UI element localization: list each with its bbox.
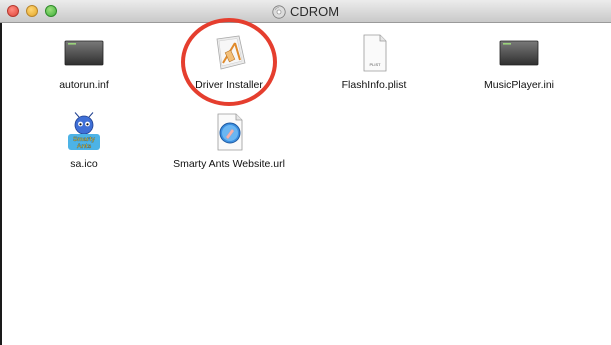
file-smarty-ants-website-url[interactable]: Smarty Ants Website.url bbox=[164, 112, 294, 170]
file-label: FlashInfo.plist bbox=[341, 79, 407, 91]
highlight-circle bbox=[181, 18, 277, 106]
plist-icon-text: PLIST bbox=[369, 62, 381, 67]
window-title-wrap: CDROM bbox=[0, 0, 611, 23]
safari-compass-icon bbox=[217, 113, 243, 151]
title-bar[interactable]: CDROM bbox=[0, 0, 611, 23]
svg-text:Smarty: Smarty bbox=[73, 136, 95, 143]
smarty-ants-logo-icon: Smarty Ants bbox=[64, 112, 104, 152]
plist-document-icon: PLIST bbox=[363, 34, 387, 72]
svg-text:Ants: Ants bbox=[77, 143, 92, 150]
file-label: sa.ico bbox=[70, 158, 98, 170]
file-autorun-inf[interactable]: autorun.inf bbox=[19, 33, 149, 91]
cd-disc-icon bbox=[272, 4, 286, 19]
generic-file-icon bbox=[499, 40, 539, 66]
file-sa-ico[interactable]: Smarty Ants sa.ico bbox=[19, 112, 149, 170]
generic-file-icon bbox=[64, 40, 104, 66]
finder-window: CDROM autorun.inf Driver Installer PLIST bbox=[0, 0, 611, 345]
file-label: MusicPlayer.ini bbox=[483, 79, 555, 91]
file-label: Smarty Ants Website.url bbox=[173, 158, 285, 170]
file-musicplayer-ini[interactable]: MusicPlayer.ini bbox=[454, 33, 584, 91]
window-edge bbox=[0, 23, 2, 345]
window-title: CDROM bbox=[289, 4, 340, 19]
file-flashinfo-plist[interactable]: PLIST FlashInfo.plist bbox=[309, 33, 439, 91]
file-label: autorun.inf bbox=[59, 79, 109, 91]
